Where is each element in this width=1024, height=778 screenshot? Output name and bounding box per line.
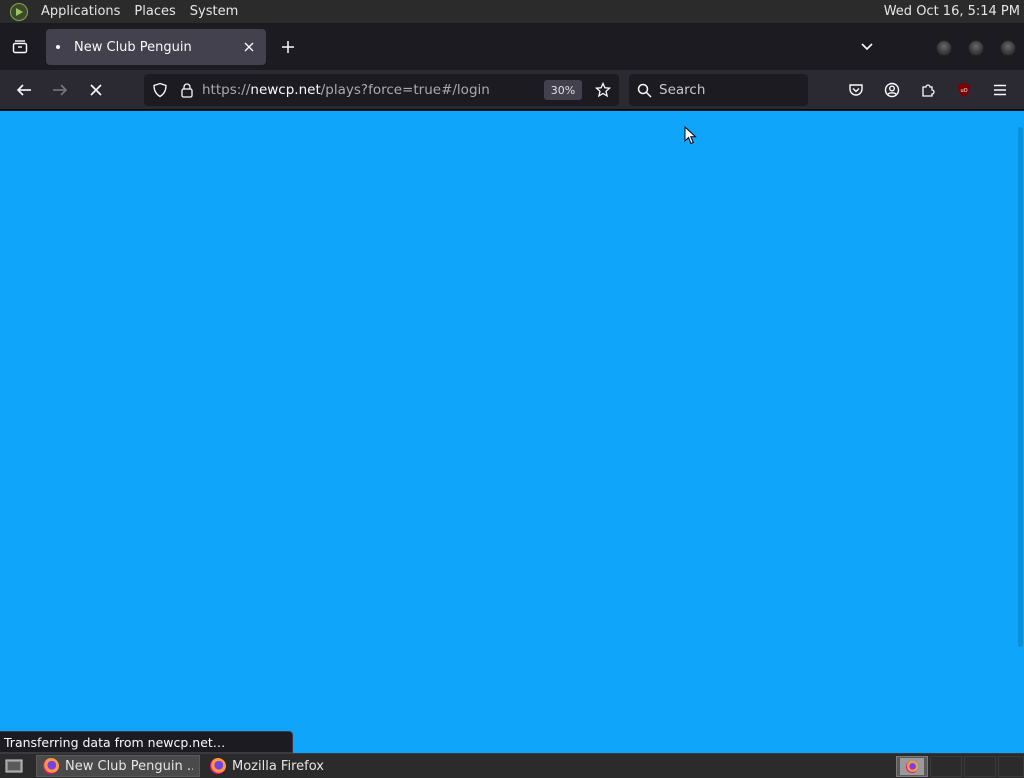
svg-text:uO: uO: [960, 88, 967, 94]
bottom-taskbar: New Club Penguin ... Mozilla Firefox: [0, 753, 1024, 778]
distro-logo-icon[interactable]: [10, 2, 28, 21]
tab-title: New Club Penguin: [74, 39, 192, 55]
workspace-1[interactable]: [896, 756, 928, 777]
maximize-button[interactable]: [968, 40, 984, 56]
plus-icon[interactable]: [272, 31, 304, 63]
firefox-icon: [43, 758, 59, 774]
magnifier-icon: [637, 83, 652, 98]
tab-loading-indicator: [56, 45, 60, 49]
firefox-icon: [906, 760, 918, 773]
stop-x-icon[interactable]: [80, 74, 112, 106]
search-bar[interactable]: [629, 74, 808, 106]
url-host: newcp.net: [250, 82, 321, 98]
panel-menu-applications[interactable]: Applications: [34, 4, 127, 19]
taskbar-item-label: New Club Penguin ...: [65, 758, 193, 774]
ublock-origin-icon[interactable]: uO: [948, 74, 980, 106]
top-panel: Applications Places System Wed Oct 16, 5…: [0, 0, 1024, 24]
firefox-icon: [210, 758, 226, 774]
tab-strip: New Club Penguin: [0, 24, 1024, 70]
arrow-right-icon[interactable]: [44, 74, 76, 106]
taskbar-item-label: Mozilla Firefox: [232, 758, 324, 774]
puzzle-icon[interactable]: [912, 74, 944, 106]
workspace-3[interactable]: [964, 756, 996, 777]
vertical-scrollbar[interactable]: [1018, 127, 1023, 647]
search-input[interactable]: [659, 82, 799, 98]
url-scheme: https://: [202, 82, 251, 98]
taskbar-item-mozilla-firefox[interactable]: Mozilla Firefox: [204, 755, 368, 777]
pocket-icon[interactable]: [840, 74, 872, 106]
close-icon[interactable]: [240, 38, 258, 56]
panel-menu-places[interactable]: Places: [127, 4, 182, 19]
arrow-left-icon[interactable]: [8, 74, 40, 106]
taskbar-item-new-club-penguin[interactable]: New Club Penguin ...: [36, 755, 200, 777]
list-all-tabs-icon[interactable]: [0, 24, 40, 70]
page-content[interactable]: [0, 111, 1024, 753]
status-panel: Transferring data from newcp.net…: [0, 731, 293, 753]
zoom-reset-button[interactable]: 30%: [544, 80, 582, 100]
panel-menu-system[interactable]: System: [183, 4, 245, 19]
account-icon[interactable]: [876, 74, 908, 106]
hamburger-icon[interactable]: [984, 74, 1016, 106]
chevron-down-icon[interactable]: [852, 32, 882, 62]
mouse-cursor-icon: [684, 126, 697, 145]
workspace-4[interactable]: [998, 756, 1024, 777]
minimize-button[interactable]: [936, 40, 952, 56]
tab-new-club-penguin[interactable]: New Club Penguin: [46, 29, 266, 65]
url-text[interactable]: https://newcp.net/plays?force=true#/logi…: [202, 82, 490, 98]
window-close-button[interactable]: [1000, 40, 1016, 56]
shield-icon[interactable]: [152, 82, 168, 98]
show-desktop-icon[interactable]: [2, 755, 26, 777]
navigation-toolbar: https://newcp.net/plays?force=true#/logi…: [0, 70, 1024, 110]
panel-clock[interactable]: Wed Oct 16, 5:14 PM: [884, 4, 1020, 19]
star-icon[interactable]: [591, 78, 615, 102]
workspace-2[interactable]: [930, 756, 962, 777]
url-bar[interactable]: https://newcp.net/plays?force=true#/logi…: [144, 74, 619, 106]
lock-icon[interactable]: [180, 82, 194, 98]
url-path: /plays?force=true#/login: [320, 82, 490, 98]
